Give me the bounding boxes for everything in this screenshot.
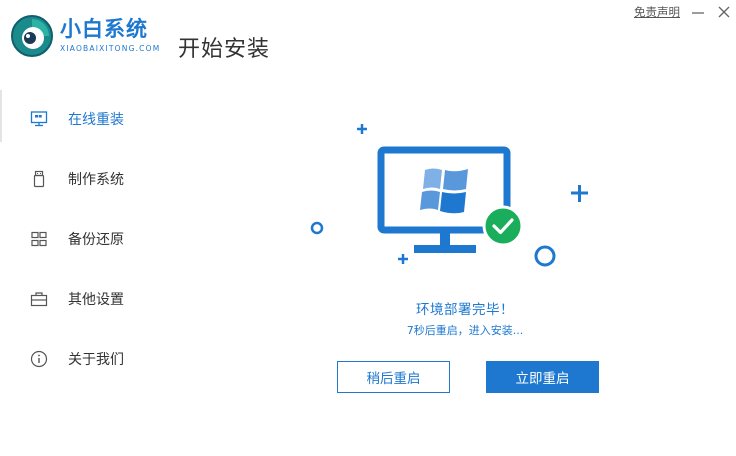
xiaobai-logo-icon bbox=[11, 15, 53, 57]
sidebar-item-backup-restore[interactable]: 备份还原 bbox=[0, 210, 180, 270]
sidebar: 在线重装 制作系统 备份还原 其他设置 关于我们 bbox=[0, 90, 180, 390]
sidebar-item-other-settings[interactable]: 其他设置 bbox=[0, 270, 180, 330]
info-icon bbox=[30, 350, 48, 368]
sidebar-item-label: 其他设置 bbox=[68, 292, 124, 308]
backup-grid-icon bbox=[31, 231, 47, 247]
sidebar-item-online-reinstall[interactable]: 在线重装 bbox=[0, 90, 180, 150]
sidebar-item-label: 制作系统 bbox=[68, 172, 124, 188]
plus-decoration-icon bbox=[357, 124, 367, 134]
ring-decoration-icon bbox=[310, 221, 324, 235]
install-complete-illustration bbox=[310, 124, 588, 267]
disclaimer-link[interactable]: 免责声明 bbox=[634, 4, 680, 20]
brand-name: 小白系统 bbox=[60, 17, 148, 41]
plus-decoration-icon bbox=[571, 185, 588, 202]
plus-decoration-icon bbox=[398, 254, 408, 264]
sidebar-item-label: 备份还原 bbox=[68, 232, 124, 248]
sidebar-item-label: 在线重装 bbox=[68, 112, 124, 128]
sidebar-item-label: 关于我们 bbox=[68, 352, 124, 368]
close-icon[interactable] bbox=[716, 4, 732, 20]
status-title: 环境部署完毕！ bbox=[416, 302, 514, 318]
success-check-icon bbox=[482, 205, 524, 247]
restart-now-button[interactable]: 立即重启 bbox=[486, 361, 599, 393]
brand-subtitle: XIAOBAIXITONG.COM bbox=[60, 44, 161, 53]
toolbox-icon bbox=[30, 292, 48, 307]
active-indicator bbox=[0, 90, 2, 142]
sidebar-item-make-system[interactable]: 制作系统 bbox=[0, 150, 180, 210]
usb-drive-icon bbox=[33, 170, 45, 188]
brand: 小白系统 XIAOBAIXITONG.COM bbox=[60, 16, 160, 53]
monitor-icon bbox=[30, 111, 48, 127]
restart-later-button[interactable]: 稍后重启 bbox=[337, 361, 450, 393]
page-title: 开始安装 bbox=[178, 37, 271, 62]
minimize-icon[interactable] bbox=[690, 4, 706, 20]
status-countdown: 7秒后重启，进入安装... bbox=[406, 324, 524, 337]
sidebar-item-about-us[interactable]: 关于我们 bbox=[0, 330, 180, 390]
ring-decoration-icon bbox=[534, 245, 556, 267]
